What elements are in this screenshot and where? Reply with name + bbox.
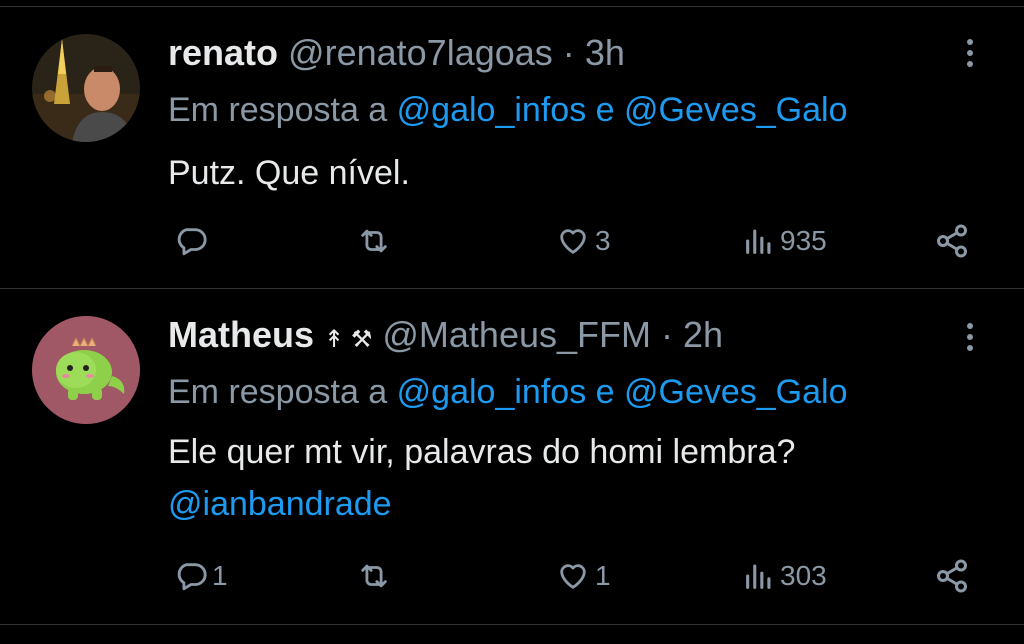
view-count: 303: [780, 560, 827, 591]
eiffel-tower-photo-avatar: [32, 34, 140, 142]
separator-dot: ·: [562, 32, 575, 73]
more-options-icon[interactable]: [962, 36, 978, 76]
more-options-icon[interactable]: [962, 320, 978, 360]
reply-mentions[interactable]: @galo_infos e @Geves_Galo: [397, 91, 848, 129]
timestamp[interactable]: 3h: [585, 32, 625, 73]
share-button[interactable]: [934, 552, 970, 600]
like-count: 1: [595, 560, 611, 591]
tweet-header: renato @renato7lagoas · 3h: [168, 31, 625, 75]
view-count: 935: [780, 225, 827, 256]
timestamp[interactable]: 2h: [683, 314, 723, 355]
tweet-text-mention[interactable]: @ianbandrade: [168, 479, 392, 529]
reply-prefix: Em resposta a: [168, 373, 388, 411]
reply-count: 1: [212, 560, 228, 591]
separator-dot: ·: [661, 314, 673, 355]
reply-context: Em resposta a @galo_infos e @Geves_Galo: [168, 88, 848, 132]
like-button[interactable]: 3: [555, 217, 611, 265]
retweet-button[interactable]: [356, 217, 396, 265]
user-handle[interactable]: @Matheus_FFM: [382, 314, 651, 355]
action-bar: 1 1 303: [0, 552, 1024, 600]
display-name[interactable]: renato: [168, 32, 278, 73]
action-bar: 3 935: [0, 217, 1024, 265]
heart-icon: [560, 229, 586, 254]
reply-button[interactable]: 1: [174, 552, 228, 600]
bottom-divider: [0, 624, 1024, 625]
tweet-renato[interactable]: renato @renato7lagoas · 3h Em resposta a…: [0, 0, 1024, 288]
share-icon: [937, 224, 967, 258]
display-name[interactable]: Matheus: [168, 314, 314, 355]
views-button[interactable]: 303: [742, 552, 827, 600]
reply-icon: [177, 563, 207, 591]
retweet-icon: [361, 564, 387, 588]
retweet-button[interactable]: [356, 552, 396, 600]
tweet-header: Matheus ↟ ⚒ @Matheus_FFM · 2h: [168, 313, 723, 362]
tweet-text: Ele quer mt vir, palavras do homi lembra…: [168, 433, 796, 471]
profile-emoji-badges: ↟ ⚒: [324, 326, 373, 353]
like-count: 3: [595, 225, 611, 256]
share-icon: [937, 559, 967, 593]
heart-icon: [560, 564, 586, 589]
views-chart-icon: [746, 229, 771, 254]
retweet-icon: [361, 229, 387, 253]
avatar[interactable]: [32, 316, 140, 424]
avatar[interactable]: [32, 34, 140, 142]
like-button[interactable]: 1: [555, 552, 611, 600]
views-button[interactable]: 935: [742, 217, 827, 265]
reply-context: Em resposta a @galo_infos e @Geves_Galo: [168, 370, 848, 414]
reply-button[interactable]: [174, 217, 212, 265]
reply-mentions[interactable]: @galo_infos e @Geves_Galo: [397, 373, 848, 411]
share-button[interactable]: [934, 217, 970, 265]
views-chart-icon: [746, 564, 771, 589]
user-handle[interactable]: @renato7lagoas: [288, 32, 553, 73]
green-dinosaur-avatar: [32, 316, 140, 424]
tweet-text: Putz. Que nível.: [168, 154, 410, 192]
tweet-matheus[interactable]: Matheus ↟ ⚒ @Matheus_FFM · 2h Em respost…: [0, 289, 1024, 624]
reply-prefix: Em resposta a: [168, 91, 388, 129]
reply-icon: [177, 228, 207, 256]
